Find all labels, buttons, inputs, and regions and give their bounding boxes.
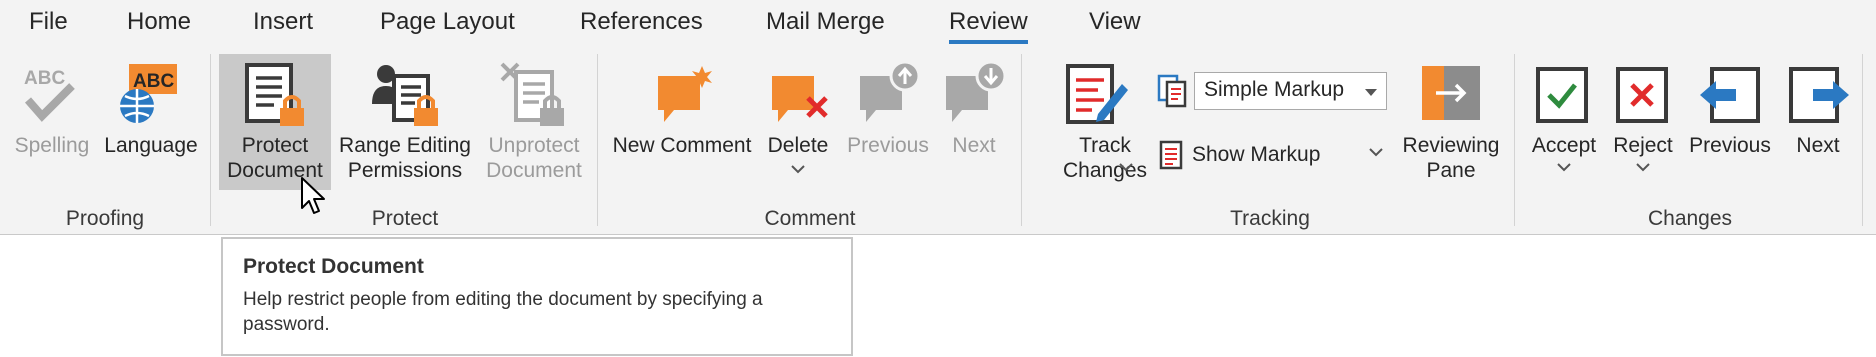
show-markup-button[interactable]: Show Markup xyxy=(1155,138,1387,172)
group-label-protect: Protect xyxy=(371,207,439,230)
language-button[interactable]: ABC Language xyxy=(101,60,201,180)
show-markup-icon xyxy=(1159,140,1183,170)
spelling-abc-text: ABC xyxy=(24,68,65,89)
spelling-check-icon: ABC xyxy=(24,68,75,122)
spelling-button[interactable]: ABC Spelling xyxy=(8,60,96,180)
spelling-label: Spelling xyxy=(14,134,90,157)
next-comment-label: Next xyxy=(952,134,996,157)
chevron-down-icon xyxy=(1119,163,1133,172)
ribbon-tabs: File Home Insert Page Layout References … xyxy=(0,0,1876,50)
protect-document-label-line1: Protect xyxy=(241,134,309,157)
track-changes-label-line1: Track xyxy=(1079,134,1131,157)
next-comment-icon xyxy=(946,60,1007,122)
unprotect-document-icon xyxy=(500,62,564,126)
range-permissions-icon xyxy=(372,65,438,126)
new-comment-button[interactable]: New Comment xyxy=(608,60,756,160)
previous-change-button[interactable]: Previous xyxy=(1684,60,1776,160)
tab-page-layout[interactable]: Page Layout xyxy=(380,8,515,36)
group-label-comment: Comment xyxy=(764,207,856,230)
tooltip-body: Help restrict people from editing the do… xyxy=(243,289,763,335)
dropdown-arrow-icon xyxy=(1365,89,1377,96)
next-change-label: Next xyxy=(1796,134,1840,157)
group-separator xyxy=(597,54,598,226)
delete-label: Delete xyxy=(767,134,829,157)
tab-file[interactable]: File xyxy=(29,8,68,36)
tab-mail-merge[interactable]: Mail Merge xyxy=(766,8,885,36)
range-editing-label-line2: Permissions xyxy=(347,159,463,182)
tab-home[interactable]: Home xyxy=(127,8,191,36)
reviewing-pane-icon xyxy=(1422,66,1480,120)
tooltip-title: Protect Document xyxy=(243,255,424,278)
track-changes-button[interactable]: Track Changes xyxy=(1052,60,1170,190)
new-comment-icon xyxy=(658,66,712,122)
group-label-changes: Changes xyxy=(1647,207,1733,230)
delete-comment-button[interactable]: Delete xyxy=(762,60,834,180)
tooltip: Protect Document Help restrict people fr… xyxy=(221,237,853,356)
chevron-down-icon xyxy=(1557,163,1571,172)
tab-review[interactable]: Review xyxy=(949,8,1028,44)
protect-document-icon xyxy=(245,63,304,126)
language-icon: ABC xyxy=(120,64,177,123)
chevron-down-icon xyxy=(1636,163,1650,172)
reviewing-pane-button[interactable]: Reviewing Pane xyxy=(1396,60,1506,190)
range-editing-permissions-button[interactable]: Range Editing Permissions xyxy=(336,60,474,190)
tab-insert[interactable]: Insert xyxy=(253,8,313,36)
group-separator xyxy=(210,54,211,226)
reject-button[interactable]: Reject xyxy=(1606,60,1680,180)
chevron-down-icon xyxy=(1369,148,1383,157)
tab-references[interactable]: References xyxy=(580,8,703,36)
unprotect-document-button[interactable]: Unprotect Document xyxy=(478,60,590,190)
previous-comment-label: Previous xyxy=(847,134,929,157)
delete-comment-icon xyxy=(772,76,828,122)
new-comment-label: New Comment xyxy=(612,134,752,157)
accept-label: Accept xyxy=(1531,134,1597,157)
next-change-button[interactable]: Next xyxy=(1782,60,1854,160)
reject-x-icon xyxy=(1616,67,1668,123)
reject-label: Reject xyxy=(1613,134,1673,157)
previous-change-label: Previous xyxy=(1689,134,1771,157)
track-changes-label-line2: Changes xyxy=(1062,159,1148,182)
group-separator xyxy=(1862,54,1863,226)
accept-button[interactable]: Accept xyxy=(1524,60,1604,180)
previous-comment-button[interactable]: Previous xyxy=(840,60,936,160)
previous-comment-icon xyxy=(860,60,921,122)
reviewing-pane-label-line1: Reviewing xyxy=(1402,134,1500,157)
group-label-tracking: Tracking xyxy=(1230,207,1310,230)
accept-check-icon xyxy=(1536,67,1588,123)
previous-change-arrow-icon xyxy=(1700,67,1760,123)
tab-view[interactable]: View xyxy=(1089,8,1141,36)
protect-document-button[interactable]: Protect Document xyxy=(219,60,331,190)
chevron-down-icon xyxy=(791,165,805,174)
markup-mode-icon xyxy=(1157,74,1187,108)
ribbon: File Home Insert Page Layout References … xyxy=(0,0,1876,235)
reviewing-pane-label-line2: Pane xyxy=(1426,159,1476,182)
unprotect-label-line1: Unprotect xyxy=(488,134,580,157)
track-changes-icon xyxy=(1066,64,1128,124)
show-markup-label: Show Markup xyxy=(1192,143,1321,166)
unprotect-label-line2: Document xyxy=(486,159,582,182)
language-abc-text: ABC xyxy=(133,71,174,92)
group-label-proofing: Proofing xyxy=(65,207,145,230)
language-label: Language xyxy=(104,134,198,157)
next-comment-button[interactable]: Next xyxy=(940,60,1008,160)
mouse-cursor-icon xyxy=(301,177,325,214)
markup-mode-value: Simple Markup xyxy=(1204,78,1345,101)
next-change-arrow-icon xyxy=(1789,67,1849,123)
markup-mode-dropdown[interactable]: Simple Markup xyxy=(1194,72,1387,110)
group-separator xyxy=(1021,54,1022,226)
group-separator xyxy=(1514,54,1515,226)
range-editing-label-line1: Range Editing xyxy=(339,134,471,157)
